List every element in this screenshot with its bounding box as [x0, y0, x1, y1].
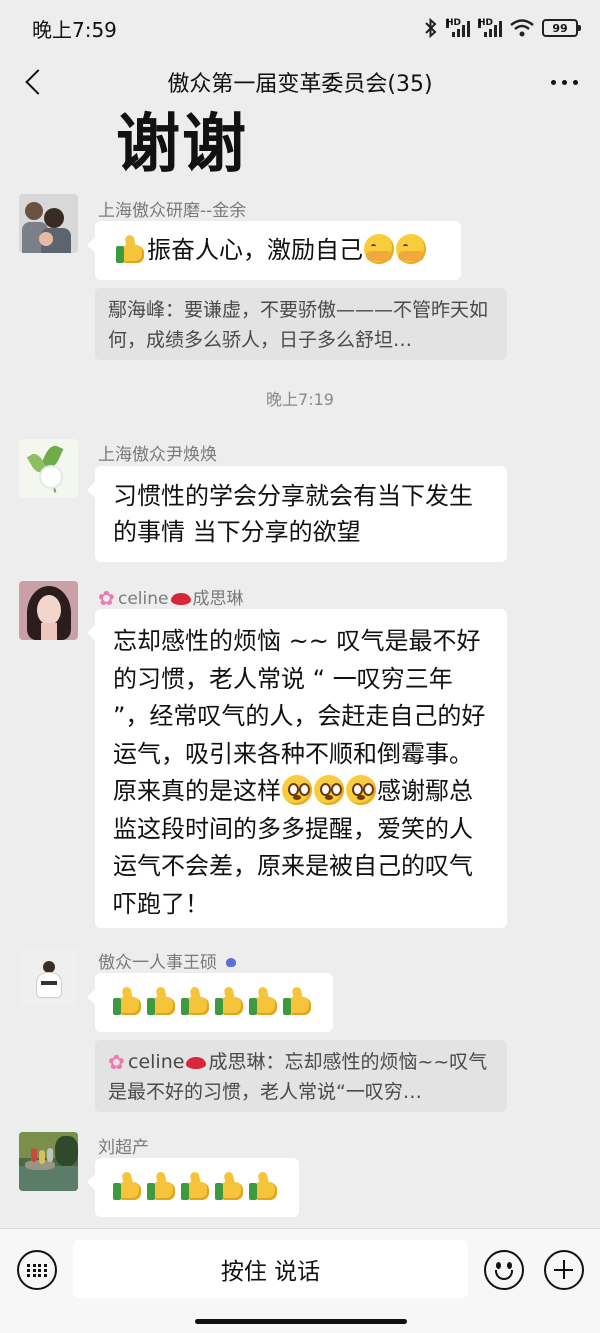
sender-name-text: celine	[118, 589, 169, 609]
status-bar: 晚上7:59 HD HD 99	[0, 0, 600, 56]
sender-name: 傲众一人事王硕	[98, 948, 237, 973]
timestamp: 晚上7:19	[266, 390, 334, 409]
thumbs-up-icon	[248, 1171, 278, 1201]
thumbs-up-icon	[214, 986, 244, 1016]
avatar[interactable]	[19, 581, 78, 640]
flushed-face-icon	[346, 775, 376, 805]
hug-face-icon	[364, 234, 394, 264]
status-time: 晚上7:59	[32, 17, 117, 42]
thumbs-up-icon	[115, 234, 145, 264]
quote-text: 鄢海峰：要谦虚，不要骄傲———不管昨天如何，成绩多么骄人，日子多么舒坦…	[108, 299, 489, 351]
thumbs-up-icon	[112, 1171, 142, 1201]
quote-name: celine	[128, 1051, 185, 1073]
quoted-message[interactable]: celine成思琳：忘却感性的烦恼~~叹气是最不好的习惯，老人常说“一叹穷…	[95, 1040, 507, 1112]
input-bar: 按住 说话	[0, 1228, 600, 1333]
thumbs-up-icon	[180, 986, 210, 1016]
message-bubble[interactable]: 振奋人心，激励自己	[87, 221, 461, 280]
thumbs-up-icon	[180, 1171, 210, 1201]
bluetooth-icon	[425, 18, 437, 38]
chat-title: 傲众第一届变革委员会(35)	[167, 72, 433, 97]
back-icon[interactable]	[16, 64, 52, 100]
message-text: 振奋人心，激励自己	[147, 236, 363, 264]
sender-name-text: 傲众一人事王硕	[98, 953, 217, 973]
plus-icon[interactable]	[544, 1250, 584, 1290]
flower-icon	[108, 1052, 128, 1072]
hug-face-icon	[396, 234, 426, 264]
avatar[interactable]	[19, 439, 78, 498]
thumbs-up-icon	[214, 1171, 244, 1201]
thanks-sticker[interactable]: 谢谢	[116, 104, 248, 182]
lips-icon	[170, 593, 191, 605]
signal-icon: HD	[446, 19, 470, 37]
sender-name: 上海傲众尹焕焕	[98, 445, 217, 465]
status-icons: HD HD 99	[424, 18, 581, 38]
message-bubble[interactable]: 习惯性的学会分享就会有当下发生的事情 当下分享的欲望	[87, 466, 507, 562]
more-icon[interactable]	[551, 70, 578, 94]
lips-icon	[186, 1057, 207, 1069]
avatar[interactable]	[19, 947, 78, 1006]
quoted-message[interactable]: 鄢海峰：要谦虚，不要骄傲———不管昨天如何，成绩多么骄人，日子多么舒坦…	[95, 288, 507, 360]
message-bubble[interactable]	[87, 973, 333, 1032]
home-indicator[interactable]	[195, 1319, 407, 1324]
message-bubble[interactable]: 忘却感性的烦恼 ~~ 叹气是最不好的习惯，老人常说 “ 一叹穷三年 ”，经常叹气…	[87, 609, 507, 928]
message-bubble[interactable]	[87, 1158, 299, 1217]
thumbs-up-icon	[146, 1171, 176, 1201]
hold-to-talk-button[interactable]: 按住 说话	[73, 1240, 468, 1298]
thumbs-up-icon	[248, 986, 278, 1016]
avatar[interactable]	[19, 1132, 78, 1191]
flower-icon	[98, 588, 118, 608]
wifi-icon	[510, 19, 534, 37]
flushed-face-icon	[314, 775, 344, 805]
hd-label-2: HD	[478, 18, 494, 28]
thumbs-up-icon	[282, 986, 312, 1016]
flushed-face-icon	[282, 775, 312, 805]
sender-name: 刘超产	[98, 1138, 149, 1158]
message-text: 习惯性的学会分享就会有当下发生的事情 当下分享的欲望	[113, 482, 473, 546]
badge-icon	[226, 958, 237, 967]
thumbs-up-icon	[112, 986, 142, 1016]
emoji-icon[interactable]	[484, 1250, 524, 1290]
thumbs-up-icon	[146, 986, 176, 1016]
hd-label: HD	[446, 18, 462, 28]
keyboard-icon[interactable]	[17, 1250, 57, 1290]
battery-icon: 99	[542, 19, 581, 37]
sender-name-suffix: 成思琳	[192, 589, 244, 609]
chat-header: 傲众第一届变革委员会(35)	[0, 56, 600, 108]
signal-icon-2: HD	[478, 19, 502, 37]
sender-name: celine 成思琳	[98, 584, 244, 609]
avatar[interactable]	[19, 194, 78, 253]
sender-name: 上海傲众研磨--金余	[98, 201, 247, 221]
